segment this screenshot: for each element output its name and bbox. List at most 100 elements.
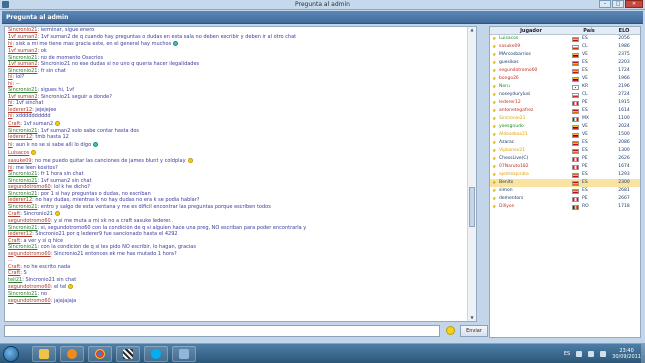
chrome-icon[interactable] [88,346,112,362]
chat-username-link[interactable]: teil21 [8,277,22,283]
clock[interactable]: 23:40 30/09/2011 [612,348,641,360]
maximize-button[interactable]: □ [612,0,624,8]
country-code: ES [582,36,588,41]
player-row[interactable]: ★ guesikos ES 2203 [490,59,640,67]
country-flag-icon [572,36,579,42]
player-row[interactable]: ★ Neru KR 2196 [490,83,640,91]
player-row[interactable]: ★ Luisacos ES 2056 [490,35,640,43]
player-row[interactable]: ★ ChessLive(C) PE 2626 [490,155,640,163]
chat-username-link[interactable]: Craft [8,264,20,270]
player-country-cell: VE [570,75,608,83]
player-country-cell: ES [570,187,608,195]
player-name: noseydurylusi [499,92,531,97]
chat-username-link[interactable]: Luisacos [8,150,29,156]
player-row[interactable]: ★ segundotromo60 ES 1724 [490,67,640,75]
chat-message-text: ... [8,257,13,263]
player-name-cell: ★ Vipkonse21 [490,147,570,155]
country-code: RO [582,204,589,209]
chat-username-link[interactable]: lederer12 [8,231,32,237]
emoji-picker-icon[interactable] [446,326,455,335]
chat-message-text: : 1vf suman2 solo sabe contar hasta dos [37,127,140,134]
chat-username-link[interactable]: segundotromo60 [8,184,51,190]
chat-username-link[interactable]: lederer12 [8,134,32,140]
chat-username-link[interactable]: Sincronio21 [8,244,37,250]
chat-username-link[interactable]: 1vf suman2 [8,48,38,54]
chat-username-link[interactable]: segundotromo60 [8,284,51,290]
chat-username-link[interactable]: Craft [8,121,20,127]
scroll-down-icon[interactable]: ▼ [469,315,475,321]
chat-username-link[interactable]: Sincronio21 [8,68,37,74]
chat-username-link[interactable]: Sincronio21 [8,204,37,210]
message-input[interactable] [4,325,440,337]
player-row[interactable]: ★ Azarac ES 2086 [490,139,640,147]
media-player-icon[interactable] [60,346,84,362]
minimize-button[interactable]: – [599,0,611,8]
player-name: 07Naruto182 [499,164,529,169]
chess-app-icon[interactable] [116,346,140,362]
chat-username-link[interactable]: Sincronio21 [8,27,37,33]
player-name: Sincronio21 [499,116,526,121]
player-star-icon: ★ [492,59,497,66]
country-code: ES [582,148,588,153]
chat-username-link[interactable]: Sincronio21 [8,87,37,93]
chat-username-link[interactable]: segundotromo60 [8,251,51,257]
show-desktop-button[interactable] [641,344,645,363]
player-row[interactable]: ★ Vipkonse21 ES 1300 [490,147,640,155]
header-elo[interactable]: ELO [608,27,640,34]
player-row[interactable]: ★ 07Naruto182 PE 1674 [490,163,640,171]
chat-username-link[interactable]: segundotromo60 [8,218,51,224]
country-flag-icon [572,92,579,98]
skype-icon[interactable] [144,346,168,362]
player-row[interactable]: ★ Benito ES 2300 [490,179,640,187]
chat-username-link[interactable]: Sincronio21 [8,178,37,184]
player-row[interactable]: ★ antonetegafrez ES 1614 [490,107,640,115]
chat-username-link[interactable]: Sincronio21 [8,291,37,297]
chat-username-link[interactable]: 1vf suman2 [8,94,38,100]
smiley-icon [93,141,99,147]
volume-icon[interactable] [600,351,607,357]
player-row[interactable]: ★ bongo26 VE 1966 [490,75,640,83]
player-row[interactable]: ★ Sincronio21 MX 1100 [490,115,640,123]
network-icon[interactable] [588,351,595,357]
chat-username-link[interactable]: Sincronio21 [8,55,37,61]
player-row[interactable]: ★ lederer12 PE 1915 [490,99,640,107]
chat-username-link[interactable]: Craft [8,211,20,217]
header-player[interactable]: Jugador [490,27,570,34]
start-button[interactable] [3,346,19,362]
header-country[interactable]: País [570,27,608,34]
flag-tray-icon[interactable] [576,351,583,357]
chat-username-link[interactable]: Sincronio21 [8,128,37,134]
chat-username-link[interactable]: lederer12 [8,107,32,113]
close-button[interactable]: ✕ [625,0,643,8]
chat-username-link[interactable]: segundotromo60 [8,298,51,304]
chat-username-link[interactable]: sasuke09 [8,158,32,164]
chat-username-link[interactable]: Sincronio21 [8,191,37,197]
chat-scrollbar[interactable]: ▲ ▼ [467,27,476,321]
player-row[interactable]: ★ Aldosebas21 VE 1500 [490,131,640,139]
player-row[interactable]: ★ Dillyon RO 1718 [490,203,640,211]
chat-username-link[interactable]: Sincronio21 [8,171,37,177]
send-button[interactable]: Enviar [460,325,488,337]
player-row[interactable]: ★ sasuke09 CL 1986 [490,43,640,51]
chat-username-link[interactable]: Sincronio21 [8,225,37,231]
explorer-icon[interactable] [32,346,56,362]
player-row[interactable]: ★ ajedrezpirata ES 1293 [490,171,640,179]
language-indicator[interactable]: ES [564,351,570,357]
player-name-cell: ★ Neru [490,83,570,91]
player-name-cell: ★ Azarac [490,139,570,147]
player-row[interactable]: ★ yoesgnudo VE 2024 [490,123,640,131]
chat-username-link[interactable]: 1vf suman2 [8,34,38,40]
chat-username-link[interactable]: 1vf suman2 [8,61,38,67]
player-row[interactable]: ★ noseydurylusi CL 2724 [490,91,640,99]
paint-icon[interactable] [172,346,196,362]
chat-username-link[interactable]: Craft [8,270,20,276]
player-row[interactable]: ★ MArcosbarrios VE 2375 [490,51,640,59]
player-row[interactable]: ★ dementors PE 2667 [490,195,640,203]
scroll-up-icon[interactable]: ▲ [469,27,475,33]
country-code: PE [582,100,588,105]
scroll-thumb[interactable] [469,187,475,227]
chat-message-text: : Sincronio21 por q lederer9 fue sancion… [32,231,178,237]
player-row[interactable]: ★ simon ES 2681 [490,187,640,195]
chat-username-link[interactable]: Craft [8,238,20,244]
chat-username-link[interactable]: lederer12 [8,197,32,203]
